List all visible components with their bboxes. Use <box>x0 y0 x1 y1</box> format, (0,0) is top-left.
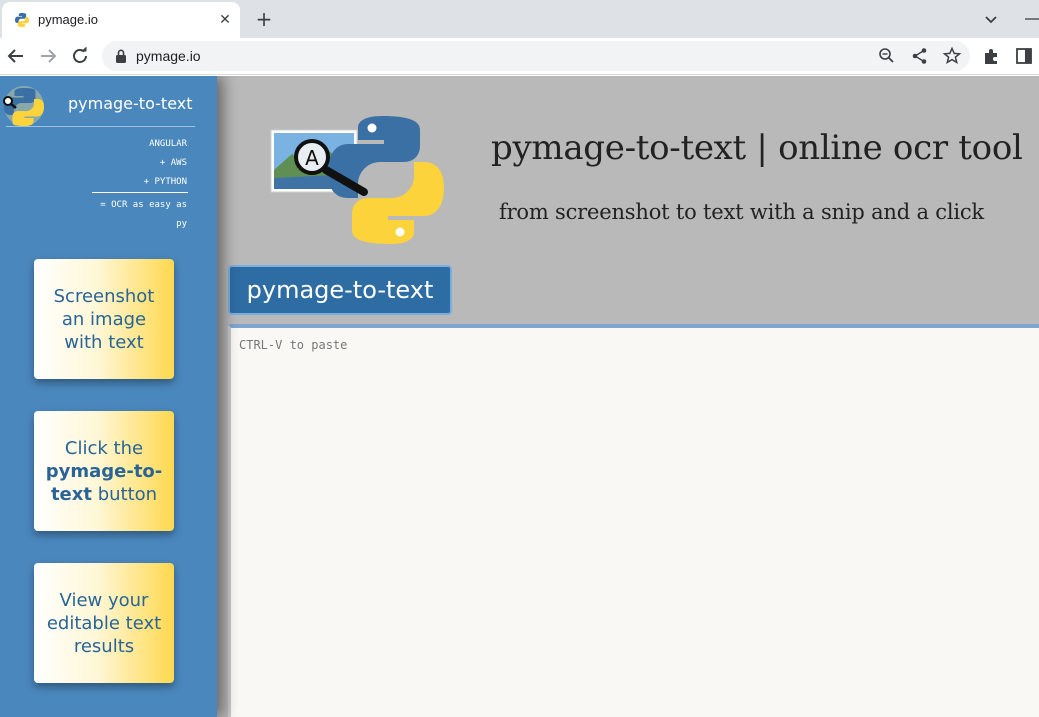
lock-icon[interactable] <box>114 48 128 64</box>
step-card-click: Click the pymage-to-text button <box>34 411 174 531</box>
step-text: Screenshot an image with text <box>53 285 155 353</box>
step-card-screenshot: Screenshot an image with text <box>34 259 174 379</box>
python-logo-favicon-icon <box>15 13 29 27</box>
back-icon[interactable] <box>4 44 28 68</box>
tab-close-icon[interactable]: ✕ <box>216 11 234 29</box>
address-bar[interactable]: pymage.io <box>102 41 970 71</box>
step-card-view: View your editable text results <box>34 563 174 683</box>
page-subtitle: from screenshot to text with a snip and … <box>499 200 984 224</box>
svg-text:A: A <box>305 146 319 170</box>
sidebar-divider <box>6 126 195 127</box>
page-content: pymage-to-text ANGULAR + AWS + PYTHON = … <box>0 76 1039 717</box>
forward-icon[interactable] <box>36 44 60 68</box>
reload-icon[interactable] <box>68 44 92 68</box>
minimize-icon[interactable] <box>1021 9 1039 29</box>
stack-line-py: py <box>176 219 187 229</box>
main-area: A pymage-to-text | online ocr tool from … <box>217 76 1039 717</box>
side-panel-icon[interactable] <box>1014 46 1034 66</box>
step-text: Click the pymage-to-text button <box>45 437 163 505</box>
new-tab-button[interactable]: + <box>252 7 276 31</box>
stack-line-angular: ANGULAR <box>149 139 187 149</box>
stack-line-aws: + AWS <box>159 158 187 168</box>
zoom-icon[interactable] <box>877 46 897 66</box>
stack-line-python: + PYTHON <box>143 177 187 187</box>
pymage-logo-icon <box>3 86 44 126</box>
extensions-icon[interactable] <box>982 46 1002 66</box>
tab-search-icon[interactable] <box>981 9 1001 29</box>
browser-tab[interactable]: pymage.io ✕ <box>2 2 240 38</box>
tab-strip: pymage.io ✕ + <box>0 0 1039 38</box>
stack-line-ocr: = OCR as easy as <box>100 200 187 210</box>
share-icon[interactable] <box>910 46 930 66</box>
browser-toolbar: pymage.io <box>0 38 1039 75</box>
step-text: View your editable text results <box>46 589 162 657</box>
sidebar-title: pymage-to-text <box>68 94 193 113</box>
url-text[interactable]: pymage.io <box>136 48 201 64</box>
ocr-python-logo: A <box>270 116 444 244</box>
paste-textarea[interactable] <box>228 324 1039 717</box>
page-title: pymage-to-text | online ocr tool <box>491 128 1023 168</box>
sidebar: pymage-to-text ANGULAR + AWS + PYTHON = … <box>0 76 217 717</box>
pymage-to-text-button[interactable]: pymage-to-text <box>228 265 452 315</box>
stack-divider <box>92 192 188 193</box>
tab-title: pymage.io <box>38 12 98 27</box>
bookmark-star-icon[interactable] <box>942 46 962 66</box>
